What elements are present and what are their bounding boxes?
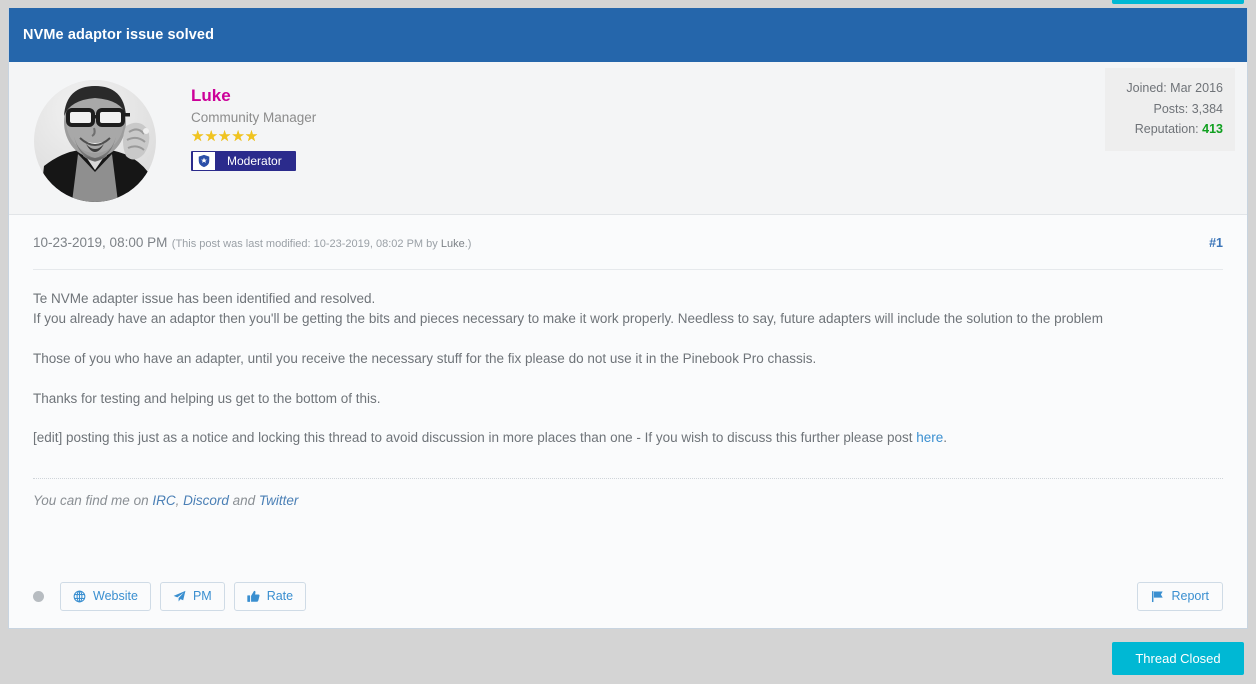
rate-button[interactable]: Rate — [233, 581, 307, 611]
author-user-title: Community Manager — [191, 110, 317, 126]
here-link[interactable]: here — [916, 430, 943, 445]
author-group-badge: Moderator — [191, 151, 296, 172]
author-group-badge-label: Moderator — [227, 154, 282, 169]
author-joined: Joined: Mar 2016 — [1126, 81, 1223, 95]
signature-link-twitter[interactable]: Twitter — [259, 493, 299, 508]
post-edit-note-author[interactable]: Luke — [441, 238, 465, 250]
post-controls: Website PM Rate Report — [9, 565, 1247, 627]
post-body: 10-23-2019, 08:00 PM (This post was last… — [9, 215, 1247, 627]
thread-closed-button[interactable]: Thread Closed — [1112, 642, 1244, 675]
signature-link-irc[interactable]: IRC — [152, 493, 175, 508]
post-container: NVMe adaptor issue solved Luke Community… — [8, 8, 1248, 629]
post-paragraph-1: Te NVMe adapter issue has been identifie… — [33, 289, 1223, 329]
post-date-group: 10-23-2019, 08:00 PM (This post was last… — [33, 234, 471, 252]
post-edit-note-suffix: .) — [464, 238, 472, 250]
signature-link-discord[interactable]: Discord — [183, 493, 229, 508]
author-signature: You can find me on IRC, Discord and Twit… — [33, 479, 1223, 511]
flag-icon — [1151, 590, 1164, 603]
author-star-rating: ★★★★★ — [191, 127, 259, 145]
post-number-link[interactable]: #1 — [1209, 236, 1223, 250]
post-edit-note: (This post was last modified: 10-23-2019… — [172, 238, 472, 250]
page-root: NVMe adaptor issue solved Luke Community… — [0, 0, 1256, 684]
website-button-label: Website — [93, 589, 138, 603]
author-reputation-label: Reputation: — [1134, 122, 1199, 137]
avatar-image — [34, 80, 156, 202]
post-author-header: Luke Community Manager ★★★★★ Moderator J… — [9, 62, 1247, 215]
avatar[interactable] — [34, 80, 156, 202]
post-meta-row: 10-23-2019, 08:00 PM (This post was last… — [33, 215, 1223, 270]
post-date: 10-23-2019, 08:00 PM — [33, 235, 168, 250]
signature-prefix: You can find me on — [33, 493, 153, 509]
post-paragraph-4-after-link: . — [943, 430, 948, 446]
website-button[interactable]: Website — [60, 581, 151, 611]
post-edit-note-prefix: (This post was last modified: 10-23-2019… — [171, 238, 441, 250]
thread-closed-button-top-clipped[interactable] — [1112, 0, 1244, 4]
offline-dot-icon — [33, 590, 44, 602]
post-paragraph-3: Thanks for testing and helping us get to… — [33, 390, 381, 406]
author-posts: Posts: 3,384 — [1153, 101, 1224, 116]
author-meta: Luke Community Manager ★★★★★ Moderator — [191, 78, 316, 214]
post-paragraph-2: Those of you who have an adapter, until … — [33, 350, 817, 366]
post-paragraph-1-line-1: Te NVMe adapter issue has been identifie… — [33, 291, 376, 306]
post-content: Te NVMe adapter issue has been identifie… — [33, 270, 1223, 511]
signature-sep-1: , — [175, 493, 184, 509]
footer-bar: Thread Closed — [0, 629, 1256, 684]
author-stats-box: Joined: Mar 2016 Posts: 3,384 Reputation… — [1105, 68, 1235, 151]
thread-title-bar: NVMe adaptor issue solved — [9, 8, 1247, 62]
post-paragraph-4-before-link: [edit] posting this just as a notice and… — [33, 430, 917, 446]
signature-sep-2: and — [228, 493, 259, 509]
thumbs-up-icon — [247, 590, 260, 603]
paper-plane-icon — [173, 590, 186, 603]
report-button[interactable]: Report — [1137, 581, 1223, 611]
globe-icon — [73, 590, 86, 603]
author-reputation: Reputation: 413 — [1117, 119, 1223, 140]
author-reputation-value[interactable]: 413 — [1202, 122, 1223, 136]
post-paragraph-1-line-2: If you already have an adaptor then you'… — [33, 310, 1103, 326]
pm-button[interactable]: PM — [159, 581, 225, 611]
shield-star-icon — [193, 152, 215, 171]
author-username[interactable]: Luke — [191, 86, 316, 106]
thread-title: NVMe adaptor issue solved — [23, 27, 215, 43]
rate-button-label: Rate — [266, 589, 294, 603]
post-paragraph-4: [edit] posting this just as a notice and… — [33, 428, 1223, 448]
report-button-label: Report — [1171, 589, 1209, 603]
pm-button-label: PM — [192, 589, 212, 603]
